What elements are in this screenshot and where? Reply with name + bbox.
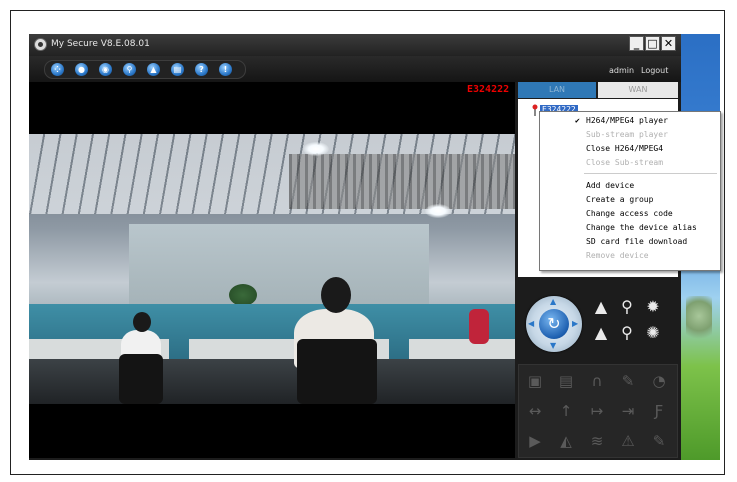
tilt-up-icon[interactable]: ▲: [592, 299, 610, 315]
feed-red-object: [469, 309, 489, 344]
menu-item-change-access-code[interactable]: Change access code: [586, 209, 673, 218]
close-button[interactable]: ✕: [661, 36, 676, 51]
feed-chair: [119, 354, 163, 404]
auto-rotate-icon[interactable]: ↻: [539, 309, 569, 339]
tab-lan[interactable]: LAN: [518, 82, 596, 98]
swap-horizontal-icon[interactable]: ↔: [525, 401, 545, 421]
context-menu: ✔ H264/MPEG4 player Sub-stream player Cl…: [539, 111, 721, 271]
pan-down-arrow-icon[interactable]: ▼: [550, 342, 556, 350]
focus-far-icon[interactable]: ✺: [644, 325, 662, 341]
menu-item-change-alias[interactable]: Change the device alias: [586, 223, 697, 232]
lock-icon[interactable]: ▲: [147, 63, 160, 76]
checkmark-icon: ✔: [575, 116, 580, 125]
export-icon[interactable]: ⇥: [618, 401, 638, 421]
video-view[interactable]: E324222: [29, 82, 515, 458]
menu-item-close-h264[interactable]: Close H264/MPEG4: [586, 144, 663, 153]
folder-icon[interactable]: ▤: [556, 371, 576, 391]
feed-person-head: [133, 312, 151, 332]
feed-desk: [409, 339, 515, 361]
snapshot-icon[interactable]: ◉: [99, 63, 112, 76]
pan-right-arrow-icon[interactable]: ▶: [572, 320, 578, 328]
feed-chair: [297, 339, 377, 404]
camera-feed: [29, 134, 515, 404]
menu-item-add-device[interactable]: Add device: [586, 181, 634, 190]
toolbar: ⁘ ● ◉ ⚲ ▲ ▤ ? !: [29, 56, 681, 82]
feed-floor: [29, 359, 515, 404]
camera-node-icon: [532, 104, 538, 116]
menu-item-create-group[interactable]: Create a group: [586, 195, 653, 204]
camera-icon[interactable]: ▣: [525, 371, 545, 391]
clock-icon[interactable]: ◔: [649, 371, 669, 391]
title-bar[interactable]: My Secure V8.E.08.01 _ □ ✕: [29, 34, 681, 56]
wallpaper-tree: [686, 296, 712, 346]
pan-left-arrow-icon[interactable]: ◀: [528, 320, 534, 328]
menu-item-substream-player: Sub-stream player: [586, 130, 668, 139]
minimize-button[interactable]: _: [629, 36, 644, 51]
alarm-icon[interactable]: ⚠: [618, 431, 638, 451]
record-icon[interactable]: ●: [75, 63, 88, 76]
brightness-icon[interactable]: ◭: [556, 431, 576, 451]
feed-ceiling-grid: [289, 154, 515, 209]
search-icon[interactable]: ⚲: [123, 63, 136, 76]
arrow-up-icon[interactable]: ↑: [556, 401, 576, 421]
grid-icon[interactable]: ⁘: [51, 63, 64, 76]
feed-light: [425, 204, 451, 218]
menu-item-h264-player[interactable]: H264/MPEG4 player: [586, 116, 668, 125]
info-icon[interactable]: !: [219, 63, 232, 76]
function-grid: ▣ ▤ ∩ ✎ ◔ ↔ ↑ ↦ ⇥ Ƒ ▶ ◭ ≋ ⚠ ✎: [518, 364, 678, 458]
ptz-control: ▲ ▼ ◀ ▶ ↻ ▲ ⚲ ✹ ▲ ⚲ ✺: [518, 289, 678, 357]
menu-separator: [584, 173, 717, 174]
tab-wan[interactable]: WAN: [598, 82, 678, 98]
video-device-label: E324222: [467, 84, 510, 95]
ptz-direction-pad[interactable]: ▲ ▼ ◀ ▶ ↻: [526, 296, 582, 352]
zoom-in-icon[interactable]: ⚲: [618, 299, 636, 315]
menu-item-close-substream: Close Sub-stream: [586, 158, 664, 167]
playback-icon[interactable]: ▤: [171, 63, 184, 76]
wifi-icon[interactable]: ≋: [587, 431, 607, 451]
help-icon[interactable]: ?: [195, 63, 208, 76]
play-icon[interactable]: ▶: [525, 431, 545, 451]
menu-item-remove-device: Remove device: [586, 251, 649, 260]
feed-wall: [129, 224, 429, 314]
arrow-right-icon[interactable]: ↦: [587, 401, 607, 421]
headphones-icon[interactable]: ∩: [587, 371, 607, 391]
settings-wrench-icon[interactable]: ✎: [649, 431, 669, 451]
pan-up-arrow-icon[interactable]: ▲: [550, 298, 556, 306]
tilt-down-icon[interactable]: ▲: [592, 325, 610, 341]
feed-light: [303, 142, 329, 156]
brush-icon[interactable]: ✎: [618, 371, 638, 391]
logout-link[interactable]: Logout: [641, 66, 668, 75]
maximize-button[interactable]: □: [645, 36, 660, 51]
zoom-out-icon[interactable]: ⚲: [618, 325, 636, 341]
toolbar-button-group: ⁘ ● ◉ ⚲ ▲ ▤ ? !: [44, 60, 246, 79]
window-title: My Secure V8.E.08.01: [51, 39, 150, 49]
user-name: admin: [609, 66, 635, 75]
menu-item-sd-card-download[interactable]: SD card file download: [586, 237, 687, 246]
focus-near-icon[interactable]: ✹: [644, 299, 662, 315]
feed-person-head: [321, 277, 351, 313]
feed-plant: [229, 284, 257, 306]
app-icon: [34, 38, 47, 51]
flag-icon[interactable]: Ƒ: [649, 401, 669, 421]
